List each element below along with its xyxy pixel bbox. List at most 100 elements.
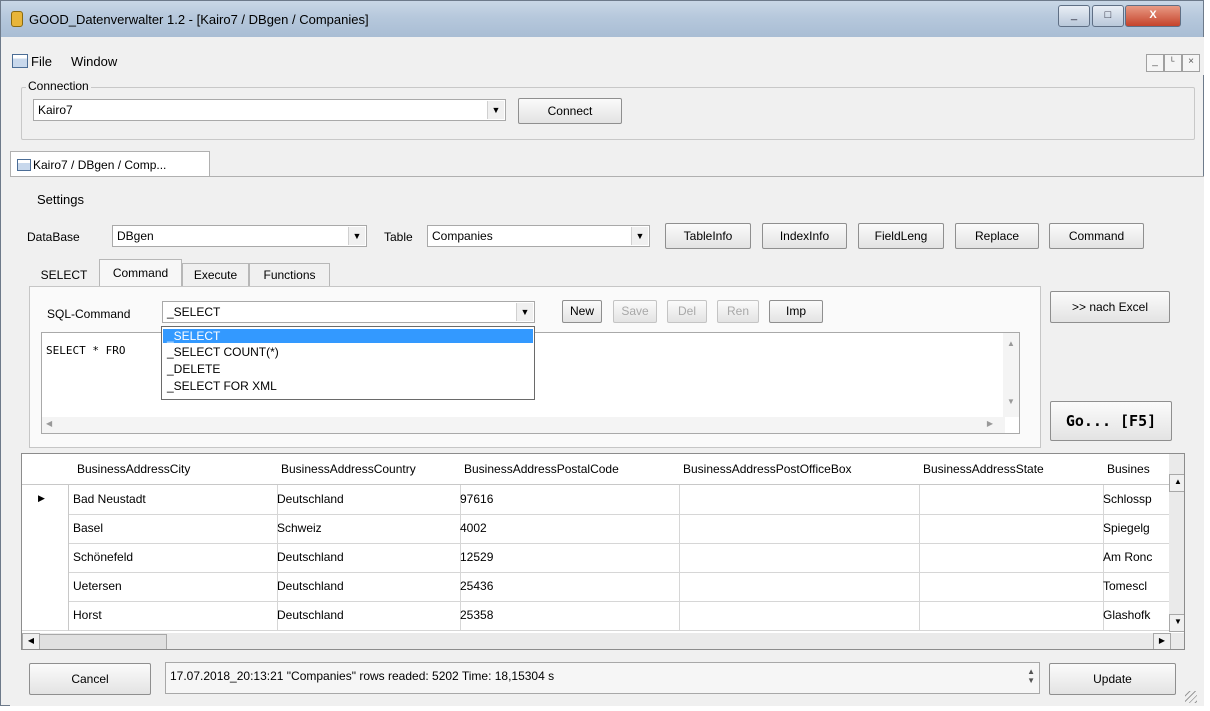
grid-cell[interactable]: Deutschland bbox=[273, 601, 461, 631]
grid-cell[interactable]: Spiegelg bbox=[1099, 514, 1174, 544]
status-field: 17.07.2018_20:13:21 "Companies" rows rea… bbox=[165, 662, 1040, 694]
cancel-button[interactable]: Cancel bbox=[29, 663, 151, 695]
grid-vertical-scrollbar[interactable]: ▲ ▼ bbox=[1169, 454, 1184, 632]
spin-icon[interactable]: ▲ ▼ bbox=[1027, 667, 1035, 685]
row-header[interactable] bbox=[22, 601, 69, 631]
column-header[interactable]: BusinessAddressState bbox=[915, 454, 1108, 485]
grid-cell[interactable] bbox=[915, 514, 1104, 544]
mdi-restore-button[interactable]: ᴸ bbox=[1164, 54, 1182, 72]
tableinfo-button[interactable]: TableInfo bbox=[665, 223, 751, 249]
grid-cell[interactable] bbox=[675, 485, 920, 515]
tab-execute[interactable]: Execute bbox=[182, 263, 249, 287]
go-button[interactable]: Go... [F5] bbox=[1050, 401, 1172, 441]
grid-cell[interactable]: Schlossp bbox=[1099, 485, 1174, 515]
grid-cell[interactable]: Deutschland bbox=[273, 543, 461, 573]
dropdown-option[interactable]: _SELECT FOR XML bbox=[163, 379, 533, 393]
save-button[interactable]: Save bbox=[613, 300, 657, 323]
dropdown-option[interactable]: _DELETE bbox=[163, 362, 533, 376]
menu-window[interactable]: Window bbox=[71, 54, 117, 69]
table-label: Table bbox=[384, 230, 413, 244]
grid-cell[interactable]: Glashofk bbox=[1099, 601, 1174, 631]
table-combo[interactable]: Companies ▼ bbox=[427, 225, 650, 247]
row-header[interactable]: ▶ bbox=[22, 485, 69, 515]
grid-horizontal-scrollbar[interactable]: ◀ ▶ bbox=[22, 633, 1184, 649]
delete-button[interactable]: Del bbox=[667, 300, 707, 323]
grid-cell[interactable]: 25358 bbox=[456, 601, 680, 631]
import-button[interactable]: Imp bbox=[769, 300, 823, 323]
excel-export-button[interactable]: >> nach Excel bbox=[1050, 291, 1170, 323]
sql-editor-text: SELECT * FRO bbox=[46, 344, 126, 357]
chevron-down-icon[interactable]: ▼ bbox=[487, 101, 504, 119]
chevron-down-icon[interactable]: ▼ bbox=[348, 227, 365, 245]
grid-cell[interactable] bbox=[915, 485, 1104, 515]
grid-cell[interactable]: 25436 bbox=[456, 572, 680, 602]
resize-grip-icon[interactable] bbox=[1185, 691, 1197, 703]
maximize-button[interactable]: □ bbox=[1092, 5, 1124, 27]
connection-combo[interactable]: Kairo7 ▼ bbox=[33, 99, 506, 121]
grid-cell[interactable]: Basel bbox=[69, 514, 278, 544]
grid-cell[interactable]: Deutschland bbox=[273, 485, 461, 515]
scroll-left-icon[interactable]: ◀ bbox=[22, 633, 40, 649]
chevron-down-icon[interactable]: ▼ bbox=[631, 227, 648, 245]
scroll-down-icon[interactable]: ▼ bbox=[1169, 614, 1184, 632]
grid-cell[interactable] bbox=[915, 601, 1104, 631]
tab-functions[interactable]: Functions bbox=[249, 263, 330, 287]
connect-button[interactable]: Connect bbox=[518, 98, 622, 124]
tab-select[interactable]: SELECT bbox=[29, 263, 99, 287]
column-header[interactable]: BusinessAddressCity bbox=[69, 454, 282, 485]
mdi-minimize-button[interactable]: _ bbox=[1146, 54, 1164, 72]
grid-cell[interactable]: Tomescl bbox=[1099, 572, 1174, 602]
update-button[interactable]: Update bbox=[1049, 663, 1176, 695]
grid-cell[interactable] bbox=[915, 572, 1104, 602]
grid-cell[interactable]: 4002 bbox=[456, 514, 680, 544]
grid-cell[interactable]: Am Ronc bbox=[1099, 543, 1174, 573]
row-header[interactable] bbox=[22, 543, 69, 573]
status-text: 17.07.2018_20:13:21 "Companies" rows rea… bbox=[170, 669, 555, 683]
rename-button[interactable]: Ren bbox=[717, 300, 759, 323]
new-button[interactable]: New bbox=[562, 300, 602, 323]
column-header[interactable]: Busines bbox=[1099, 454, 1178, 485]
scroll-right-icon[interactable]: ▶ bbox=[1153, 633, 1171, 649]
menu-file[interactable]: File bbox=[31, 54, 52, 69]
grid-cell[interactable]: Horst bbox=[69, 601, 278, 631]
grid-cell[interactable] bbox=[675, 543, 920, 573]
grid-cell[interactable]: Deutschland bbox=[273, 572, 461, 602]
column-header[interactable]: BusinessAddressCountry bbox=[273, 454, 465, 485]
tab-command[interactable]: Command bbox=[99, 259, 182, 287]
grid-cell[interactable] bbox=[675, 514, 920, 544]
scroll-left-icon[interactable]: ◀ bbox=[46, 419, 52, 428]
scroll-right-icon[interactable]: ▶ bbox=[987, 419, 993, 428]
command-button[interactable]: Command bbox=[1049, 223, 1144, 249]
dropdown-option[interactable]: _SELECT COUNT(*) bbox=[163, 345, 533, 359]
row-header[interactable] bbox=[22, 514, 69, 544]
replace-button[interactable]: Replace bbox=[955, 223, 1039, 249]
grid-cell[interactable] bbox=[915, 543, 1104, 573]
fieldleng-button[interactable]: FieldLeng bbox=[858, 223, 944, 249]
grid-cell[interactable]: 12529 bbox=[456, 543, 680, 573]
minimize-button[interactable]: _ bbox=[1058, 5, 1090, 27]
chevron-down-icon[interactable]: ▼ bbox=[516, 303, 533, 321]
grid-cell[interactable]: Schönefeld bbox=[69, 543, 278, 573]
grid-cell[interactable]: Schweiz bbox=[273, 514, 461, 544]
grid-cell[interactable]: Uetersen bbox=[69, 572, 278, 602]
sql-vertical-scrollbar[interactable]: ▲ ▼ bbox=[1003, 333, 1019, 417]
sql-horizontal-scrollbar[interactable]: ◀ ▶ bbox=[42, 417, 1005, 433]
database-combo[interactable]: DBgen ▼ bbox=[112, 225, 367, 247]
scroll-up-icon[interactable]: ▲ bbox=[1169, 474, 1184, 492]
column-header[interactable]: BusinessAddressPostalCode bbox=[456, 454, 684, 485]
scroll-up-icon[interactable]: ▲ bbox=[1007, 339, 1015, 348]
grid-cell[interactable]: Bad Neustadt bbox=[69, 485, 278, 515]
document-tab[interactable]: Kairo7 / DBgen / Comp... bbox=[10, 151, 210, 177]
indexinfo-button[interactable]: IndexInfo bbox=[762, 223, 847, 249]
sql-command-combo[interactable]: _SELECT ▼ bbox=[162, 301, 535, 323]
grid-cell[interactable] bbox=[675, 572, 920, 602]
dropdown-option[interactable]: _SELECT bbox=[163, 329, 533, 343]
scroll-down-icon[interactable]: ▼ bbox=[1007, 397, 1015, 406]
grid-cell[interactable] bbox=[675, 601, 920, 631]
horizontal-scroll-thumb[interactable] bbox=[39, 634, 167, 649]
column-header[interactable]: BusinessAddressPostOfficeBox bbox=[675, 454, 924, 485]
close-button[interactable]: X bbox=[1125, 5, 1181, 27]
row-header[interactable] bbox=[22, 572, 69, 602]
mdi-close-button[interactable]: × bbox=[1182, 54, 1200, 72]
grid-cell[interactable]: 97616 bbox=[456, 485, 680, 515]
